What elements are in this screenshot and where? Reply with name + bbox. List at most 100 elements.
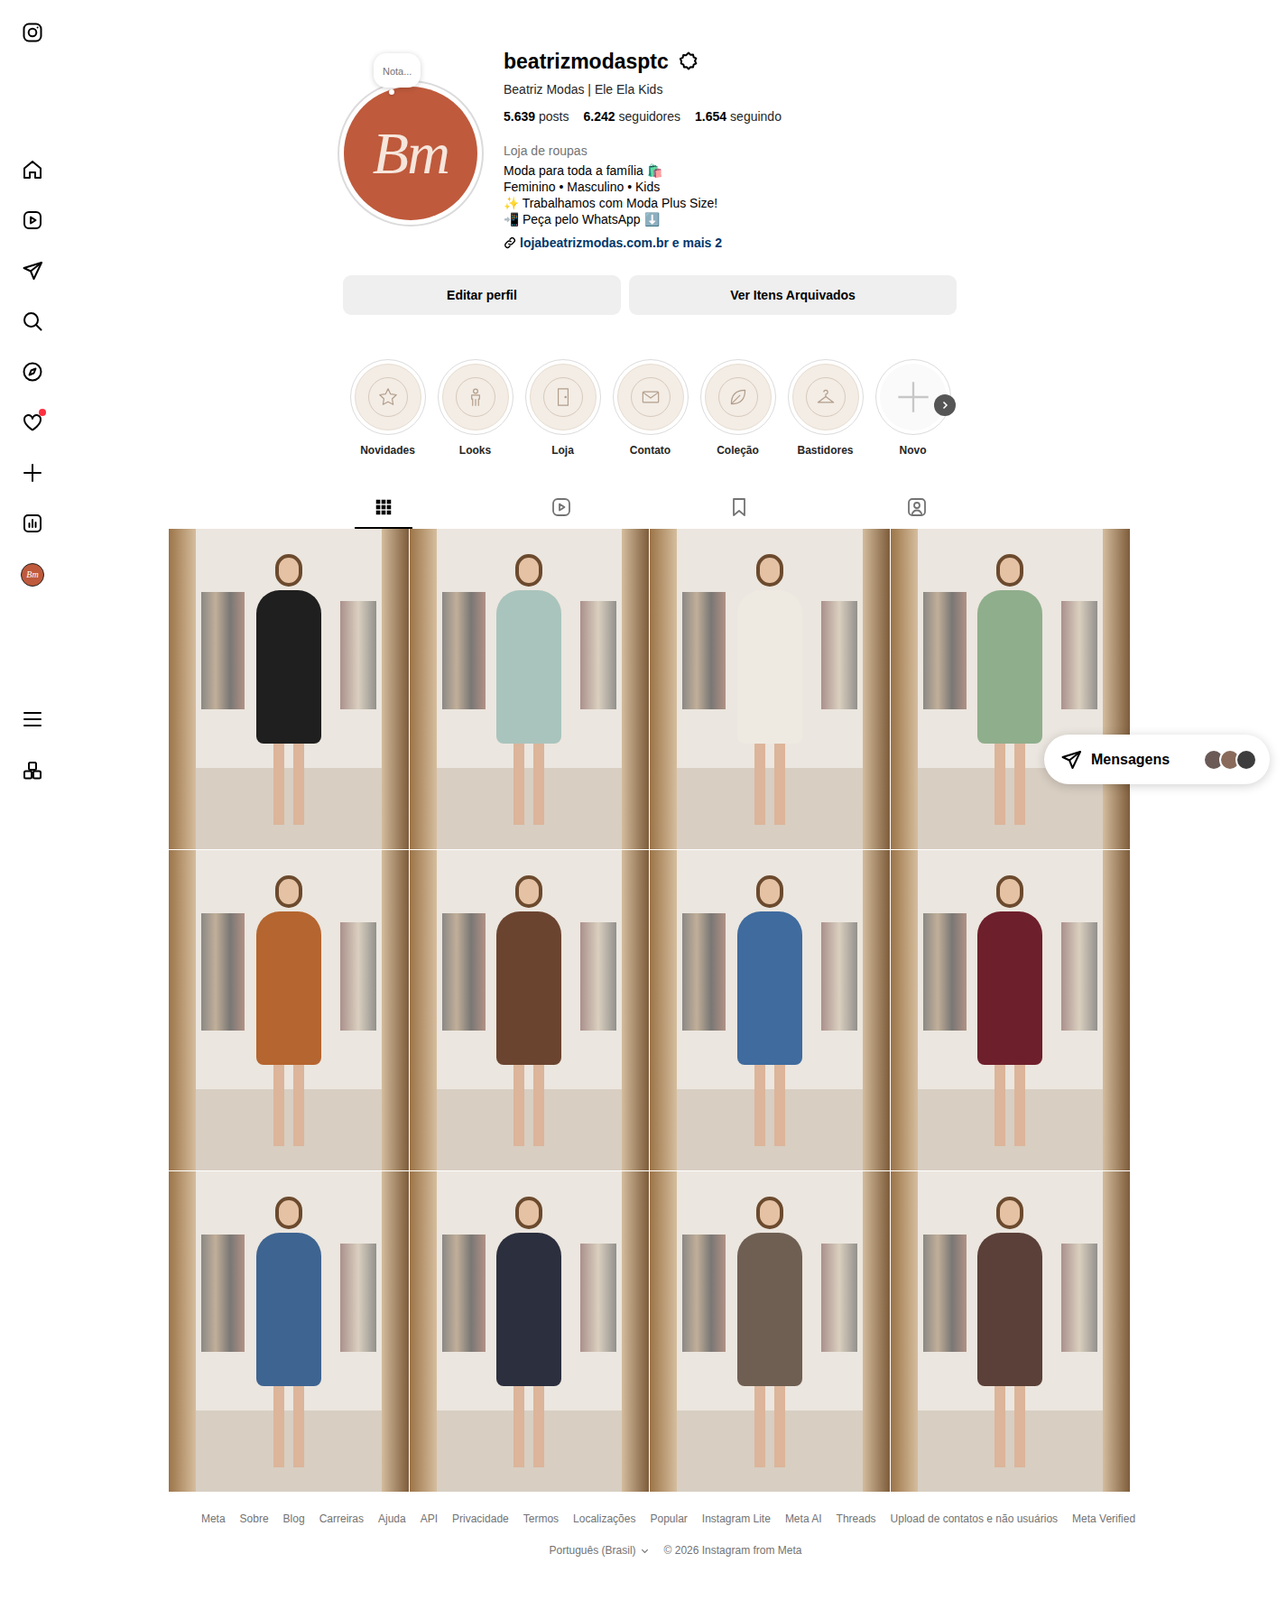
stat[interactable]: 6.242seguidores (583, 107, 682, 126)
posts-grid (168, 528, 1130, 1492)
highlight[interactable]: Contato (606, 359, 694, 458)
search-icon[interactable] (21, 310, 44, 333)
stat[interactable]: 1.654seguindo (694, 107, 782, 126)
model-figure (496, 875, 562, 1147)
highlight[interactable]: Looks (431, 359, 519, 458)
footer-link[interactable]: Blog (283, 1511, 306, 1527)
home-icon[interactable] (21, 158, 44, 181)
chevron-right-icon (939, 399, 951, 411)
profile-tab[interactable] (649, 487, 828, 529)
mail-icon (638, 385, 663, 409)
create-icon[interactable] (21, 462, 44, 484)
highlight[interactable]: Loja (518, 359, 607, 458)
profile-avatar-small[interactable]: Bm (20, 563, 45, 587)
highlight-cover[interactable] (350, 359, 426, 435)
post-thumbnail[interactable] (168, 850, 409, 1171)
highlight-label: Bastidores (796, 443, 853, 458)
stat-label: posts (538, 107, 569, 126)
model-figure (256, 875, 322, 1147)
bio-link[interactable]: lojabeatrizmodas.com.br e mais 2 (503, 233, 782, 252)
post-thumbnail[interactable] (649, 1171, 890, 1492)
note-bubble[interactable]: Nota... (373, 53, 421, 95)
model-figure (977, 875, 1043, 1147)
profile-tab[interactable] (294, 487, 472, 529)
reels-icon[interactable] (21, 209, 44, 232)
tagged-icon (906, 496, 928, 519)
post-thumbnail[interactable] (890, 850, 1131, 1171)
messages-icon[interactable] (21, 259, 44, 282)
category: Loja de roupas (503, 141, 782, 160)
bio-line: Moda para toda a família 🛍️ (503, 162, 782, 179)
profile-info: beatrizmodasptc Beatriz Modas | Ele Ela … (503, 48, 782, 252)
highlight-label: Contato (629, 443, 671, 458)
bio-line: 📲 Peça pelo WhatsApp ⬇️ (503, 211, 782, 228)
language-selector[interactable]: Português (Brasil) (549, 1543, 650, 1558)
post-thumbnail[interactable] (409, 850, 650, 1171)
messages-pill[interactable]: Mensagens (1044, 734, 1270, 785)
notifications[interactable] (21, 411, 44, 434)
notification-dot (38, 408, 47, 417)
footer-link[interactable]: Popular (649, 1511, 687, 1527)
footer-link[interactable]: Privacidade (452, 1511, 509, 1527)
post-thumbnail[interactable] (890, 528, 1131, 850)
post-thumbnail[interactable] (168, 528, 409, 850)
footer-link[interactable]: API (420, 1511, 438, 1527)
note-text[interactable]: Nota... (382, 65, 412, 77)
archived-items-button[interactable]: Ver Itens Arquivados (629, 275, 957, 315)
profile-tab[interactable] (827, 487, 1006, 529)
highlight-cover[interactable] (875, 359, 952, 435)
footer-link[interactable]: Sobre (240, 1511, 269, 1527)
highlight-label: Coleção (716, 443, 759, 458)
language-label[interactable]: Português (Brasil) (549, 1543, 637, 1558)
post-thumbnail[interactable] (649, 850, 890, 1171)
profile-tabs (294, 487, 1006, 529)
instagram-icon[interactable] (21, 21, 44, 44)
apps-icon[interactable] (21, 759, 44, 782)
highlight-label: Novo (899, 443, 927, 458)
edit-profile-button[interactable]: Editar perfil (342, 275, 621, 315)
highlight-cover[interactable] (612, 359, 689, 435)
explore-icon[interactable] (21, 360, 44, 383)
footer-link[interactable]: Ajuda (378, 1511, 407, 1527)
highlight-cover[interactable] (437, 359, 514, 435)
leaf-icon (726, 385, 750, 409)
footer-link[interactable]: Carreiras (319, 1511, 364, 1527)
next-button[interactable] (934, 394, 956, 417)
footer-link[interactable]: Meta (201, 1511, 226, 1527)
highlight-cover[interactable] (525, 359, 602, 435)
highlight[interactable]: Coleção (693, 359, 782, 458)
footer-link[interactable]: Meta Verified (1072, 1511, 1136, 1527)
highlight-cover[interactable] (700, 359, 777, 435)
footer-link[interactable]: Localizações (573, 1511, 636, 1527)
button-label: Editar perfil (446, 286, 518, 304)
highlight-label: Loja (551, 443, 574, 458)
footer-link[interactable]: Instagram Lite (702, 1511, 771, 1527)
insights-icon[interactable] (21, 512, 44, 535)
avatar[interactable]: Bm Nota... (337, 80, 484, 227)
post-thumbnail[interactable] (168, 1171, 409, 1492)
post-thumbnail[interactable] (890, 1171, 1131, 1492)
post-thumbnail[interactable] (649, 528, 890, 850)
highlight[interactable]: Novo (869, 359, 957, 458)
highlight-cover[interactable] (787, 359, 864, 435)
highlight[interactable]: Novidades (343, 359, 432, 458)
stat-value: 5.639 (503, 107, 536, 126)
footer-link[interactable]: Threads (836, 1511, 877, 1527)
footer-link[interactable]: Upload de contatos e não usuários (890, 1511, 1058, 1527)
stat[interactable]: 5.639posts (503, 107, 570, 126)
highlight[interactable]: Bastidores (781, 359, 870, 458)
messages-label[interactable]: Mensagens (1091, 750, 1170, 769)
conversation-avatar (1235, 749, 1258, 771)
footer-link[interactable]: Meta AI (785, 1511, 823, 1527)
menu-icon[interactable] (21, 708, 44, 731)
link-text[interactable]: lojabeatrizmodas.com.br e mais 2 (519, 233, 722, 252)
stat-value: 1.654 (694, 107, 727, 126)
star-icon (376, 385, 400, 409)
options-icon[interactable] (677, 50, 700, 73)
post-thumbnail[interactable] (409, 1171, 650, 1492)
post-thumbnail[interactable] (409, 528, 650, 850)
profile-tab[interactable] (471, 487, 650, 529)
full-name: Beatriz Modas | Ele Ela Kids (503, 80, 782, 99)
footer-link[interactable]: Termos (523, 1511, 559, 1527)
footer: Meta Sobre Blog Carreiras Ajuda API Privacidad… (64, 1491, 1286, 1558)
